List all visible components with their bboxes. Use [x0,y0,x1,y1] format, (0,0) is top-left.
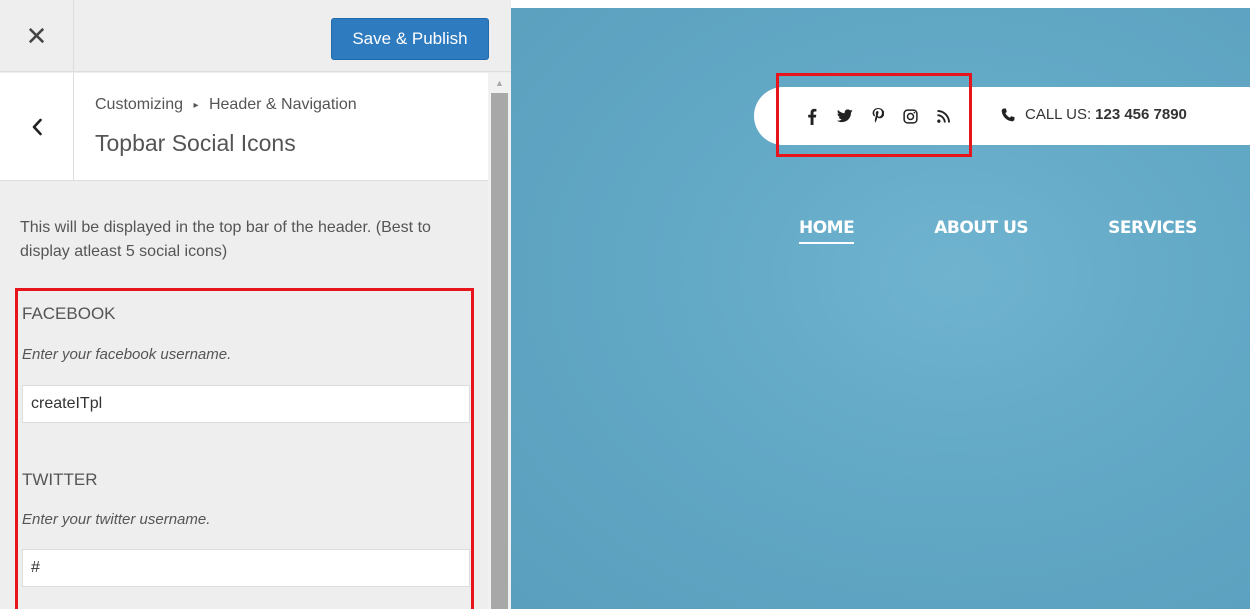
close-customizer-button[interactable]: ✕ [0,0,74,72]
call-us-block: CALL US: 123 456 7890 [1001,106,1187,123]
phone-number[interactable]: 123 456 7890 [1095,106,1187,123]
section-description: This will be displayed in the top bar of… [20,219,431,260]
twitter-username-input[interactable] [22,549,470,587]
phone-icon [1001,108,1015,121]
scroll-up-arrow-icon[interactable]: ▲ [488,73,511,93]
back-button[interactable] [0,73,74,181]
main-navigation: HOME ABOUT US SERVICES [799,218,1250,244]
customizer-panel: ✕ Save & Publish Customizing ▸ Header & … [0,0,511,609]
twitter-field-help: Enter your twitter username. [22,511,211,528]
panel-scrollbar[interactable]: ▲ [488,73,511,609]
breadcrumb-section: Header & Navigation [208,96,357,113]
social-fields-highlight: FACEBOOK Enter your facebook username. T… [15,288,474,609]
save-publish-button[interactable]: Save & Publish [331,18,489,60]
facebook-username-input[interactable] [22,385,470,423]
social-icons-highlight [776,73,972,157]
section-header: Customizing ▸ Header & Navigation Topbar… [0,73,488,181]
chevron-left-icon [32,118,42,136]
facebook-field-label: FACEBOOK [22,304,116,323]
nav-item-about-us[interactable]: ABOUT US [934,218,1028,238]
close-icon: ✕ [25,20,48,51]
facebook-field-help: Enter your facebook username. [22,346,232,363]
section-title: Topbar Social Icons [95,130,296,156]
customizer-header: ✕ Save & Publish [0,0,511,72]
preview-top-strip [511,0,1250,8]
breadcrumb-parent: Customizing [95,96,184,113]
site-preview: CALL US: 123 456 7890 HOME ABOUT US SERV… [511,0,1250,609]
twitter-field-label: TWITTER [22,470,98,489]
breadcrumb: Customizing ▸ Header & Navigation [95,96,357,114]
scrollbar-thumb[interactable] [491,93,508,609]
nav-item-services[interactable]: SERVICES [1108,218,1197,238]
call-us-label: CALL US: [1025,106,1092,123]
breadcrumb-separator-icon: ▸ [193,100,199,111]
nav-item-home[interactable]: HOME [799,218,855,244]
